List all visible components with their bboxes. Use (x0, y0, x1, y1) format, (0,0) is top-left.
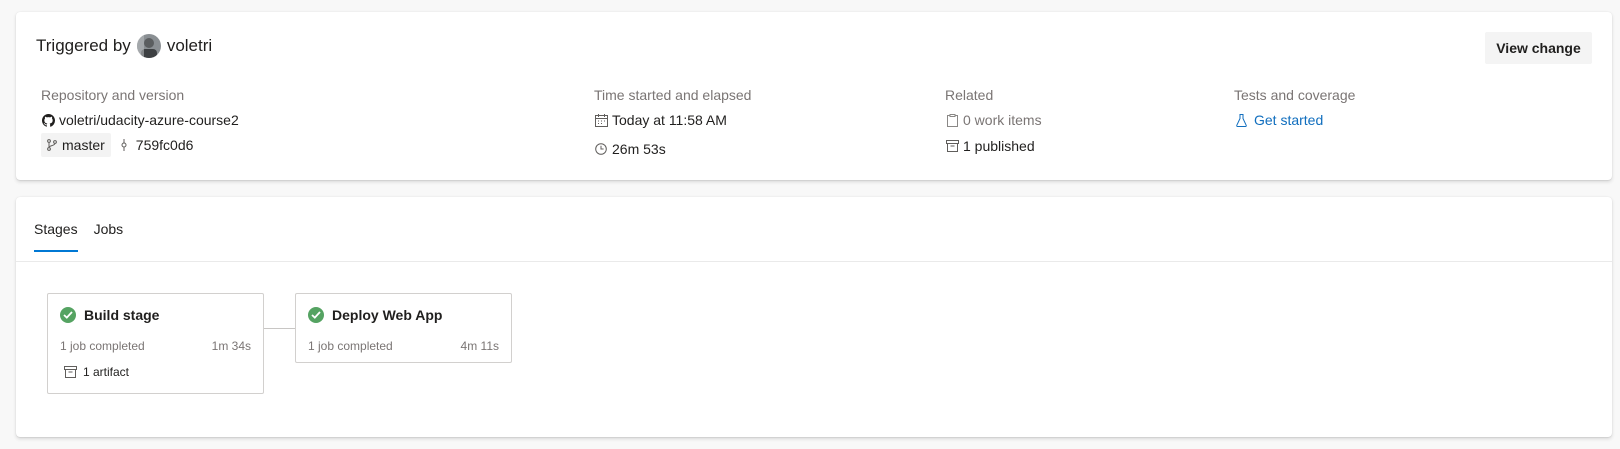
time-label: Time started and elapsed (594, 87, 752, 103)
triggered-by-user[interactable]: voletri (167, 36, 212, 56)
stage-jobs-status: 1 job completed (60, 339, 145, 353)
run-summary-card: Triggered by voletri View change Reposit… (16, 12, 1612, 180)
repository-label: Repository and version (41, 87, 185, 103)
success-check-icon (60, 307, 76, 323)
stage-artifact-count[interactable]: 1 artifact (83, 365, 129, 379)
artifact-icon (945, 139, 959, 153)
flask-icon (1234, 113, 1248, 127)
time-started: Today at 11:58 AM (612, 112, 727, 128)
view-change-button[interactable]: View change (1485, 32, 1592, 64)
tab-divider (16, 261, 1612, 262)
time-section: Time started and elapsed Today at 11:58 … (594, 86, 751, 158)
version-row: master 759fc0d6 (41, 133, 239, 157)
artifact-icon (64, 366, 78, 378)
avatar[interactable] (136, 34, 161, 58)
stage-meta: 1 job completed 4m 11s (308, 339, 499, 353)
commit-icon (119, 138, 129, 152)
tests-label: Tests and coverage (1234, 87, 1356, 103)
tests-row[interactable]: Get started (1234, 111, 1355, 129)
get-started-link[interactable]: Get started (1254, 111, 1323, 129)
tests-section: Tests and coverage Get started (1234, 86, 1355, 129)
work-items-row: 0 work items (945, 111, 1042, 129)
repository-section: Repository and version voletri/udacity-a… (41, 86, 239, 157)
stage-card-deploy[interactable]: Deploy Web App 1 job completed 4m 11s (295, 293, 512, 363)
branch-icon (46, 138, 58, 152)
stage-name: Build stage (84, 307, 160, 323)
repository-row[interactable]: voletri/udacity-azure-course2 (41, 111, 239, 129)
work-items-count: 0 work items (963, 112, 1042, 128)
tab-jobs[interactable]: Jobs (94, 218, 124, 252)
published-row[interactable]: 1 published (945, 137, 1042, 155)
stage-title: Build stage (60, 307, 159, 323)
repository-name[interactable]: voletri/udacity-azure-course2 (59, 111, 239, 129)
time-elapsed: 26m 53s (612, 141, 666, 157)
success-check-icon (308, 307, 324, 323)
calendar-icon (594, 113, 608, 127)
stages-card: Stages Jobs Build stage 1 job completed … (16, 197, 1612, 437)
tab-bar: Stages Jobs (34, 218, 139, 252)
stage-card-build[interactable]: Build stage 1 job completed 1m 34s 1 art… (47, 293, 264, 394)
stage-duration: 4m 11s (460, 339, 499, 353)
stage-name: Deploy Web App (332, 307, 443, 323)
stage-meta: 1 job completed 1m 34s (60, 339, 251, 353)
github-icon (41, 113, 55, 127)
triggered-by: Triggered by voletri (36, 34, 212, 58)
tab-stages[interactable]: Stages (34, 218, 78, 252)
stage-connector (264, 328, 295, 329)
time-elapsed-row: 26m 53s (594, 140, 751, 158)
related-label: Related (945, 87, 994, 103)
published-count[interactable]: 1 published (963, 137, 1035, 155)
stage-jobs-status: 1 job completed (308, 339, 393, 353)
related-section: Related 0 work items 1 published (945, 86, 1042, 155)
stage-duration: 1m 34s (211, 339, 251, 353)
clipboard-icon (945, 113, 959, 127)
time-started-row: Today at 11:58 AM (594, 111, 751, 129)
clock-icon (594, 142, 608, 156)
commit-id[interactable]: 759fc0d6 (136, 136, 194, 154)
triggered-by-label: Triggered by (36, 36, 131, 55)
stage-artifact-link[interactable]: 1 artifact (64, 365, 129, 379)
branch-name: master (62, 137, 105, 153)
branch-chip[interactable]: master (41, 133, 111, 157)
stage-title: Deploy Web App (308, 307, 442, 323)
